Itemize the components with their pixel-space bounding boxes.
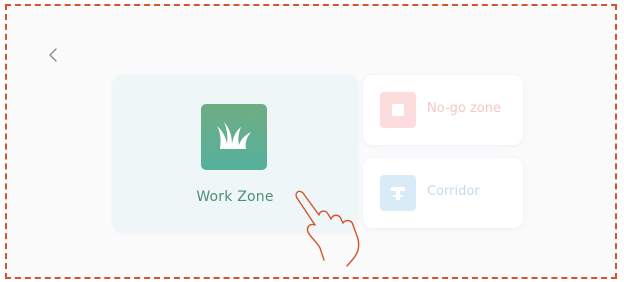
no-go-zone-label: No-go zone bbox=[427, 101, 501, 116]
chevron-left-icon bbox=[45, 44, 63, 66]
work-zone-card[interactable]: Work Zone bbox=[113, 75, 357, 231]
corridor-icon bbox=[380, 175, 416, 211]
square-icon bbox=[380, 92, 416, 128]
corridor-label: Corridor bbox=[427, 184, 480, 199]
grass-icon bbox=[201, 104, 267, 170]
back-button[interactable] bbox=[45, 44, 63, 66]
corridor-card[interactable]: Corridor bbox=[363, 158, 523, 228]
zone-selection-screen: Work Zone No-go zone Corridor bbox=[5, 4, 617, 279]
work-zone-label: Work Zone bbox=[196, 189, 274, 205]
no-go-zone-card[interactable]: No-go zone bbox=[363, 75, 523, 145]
